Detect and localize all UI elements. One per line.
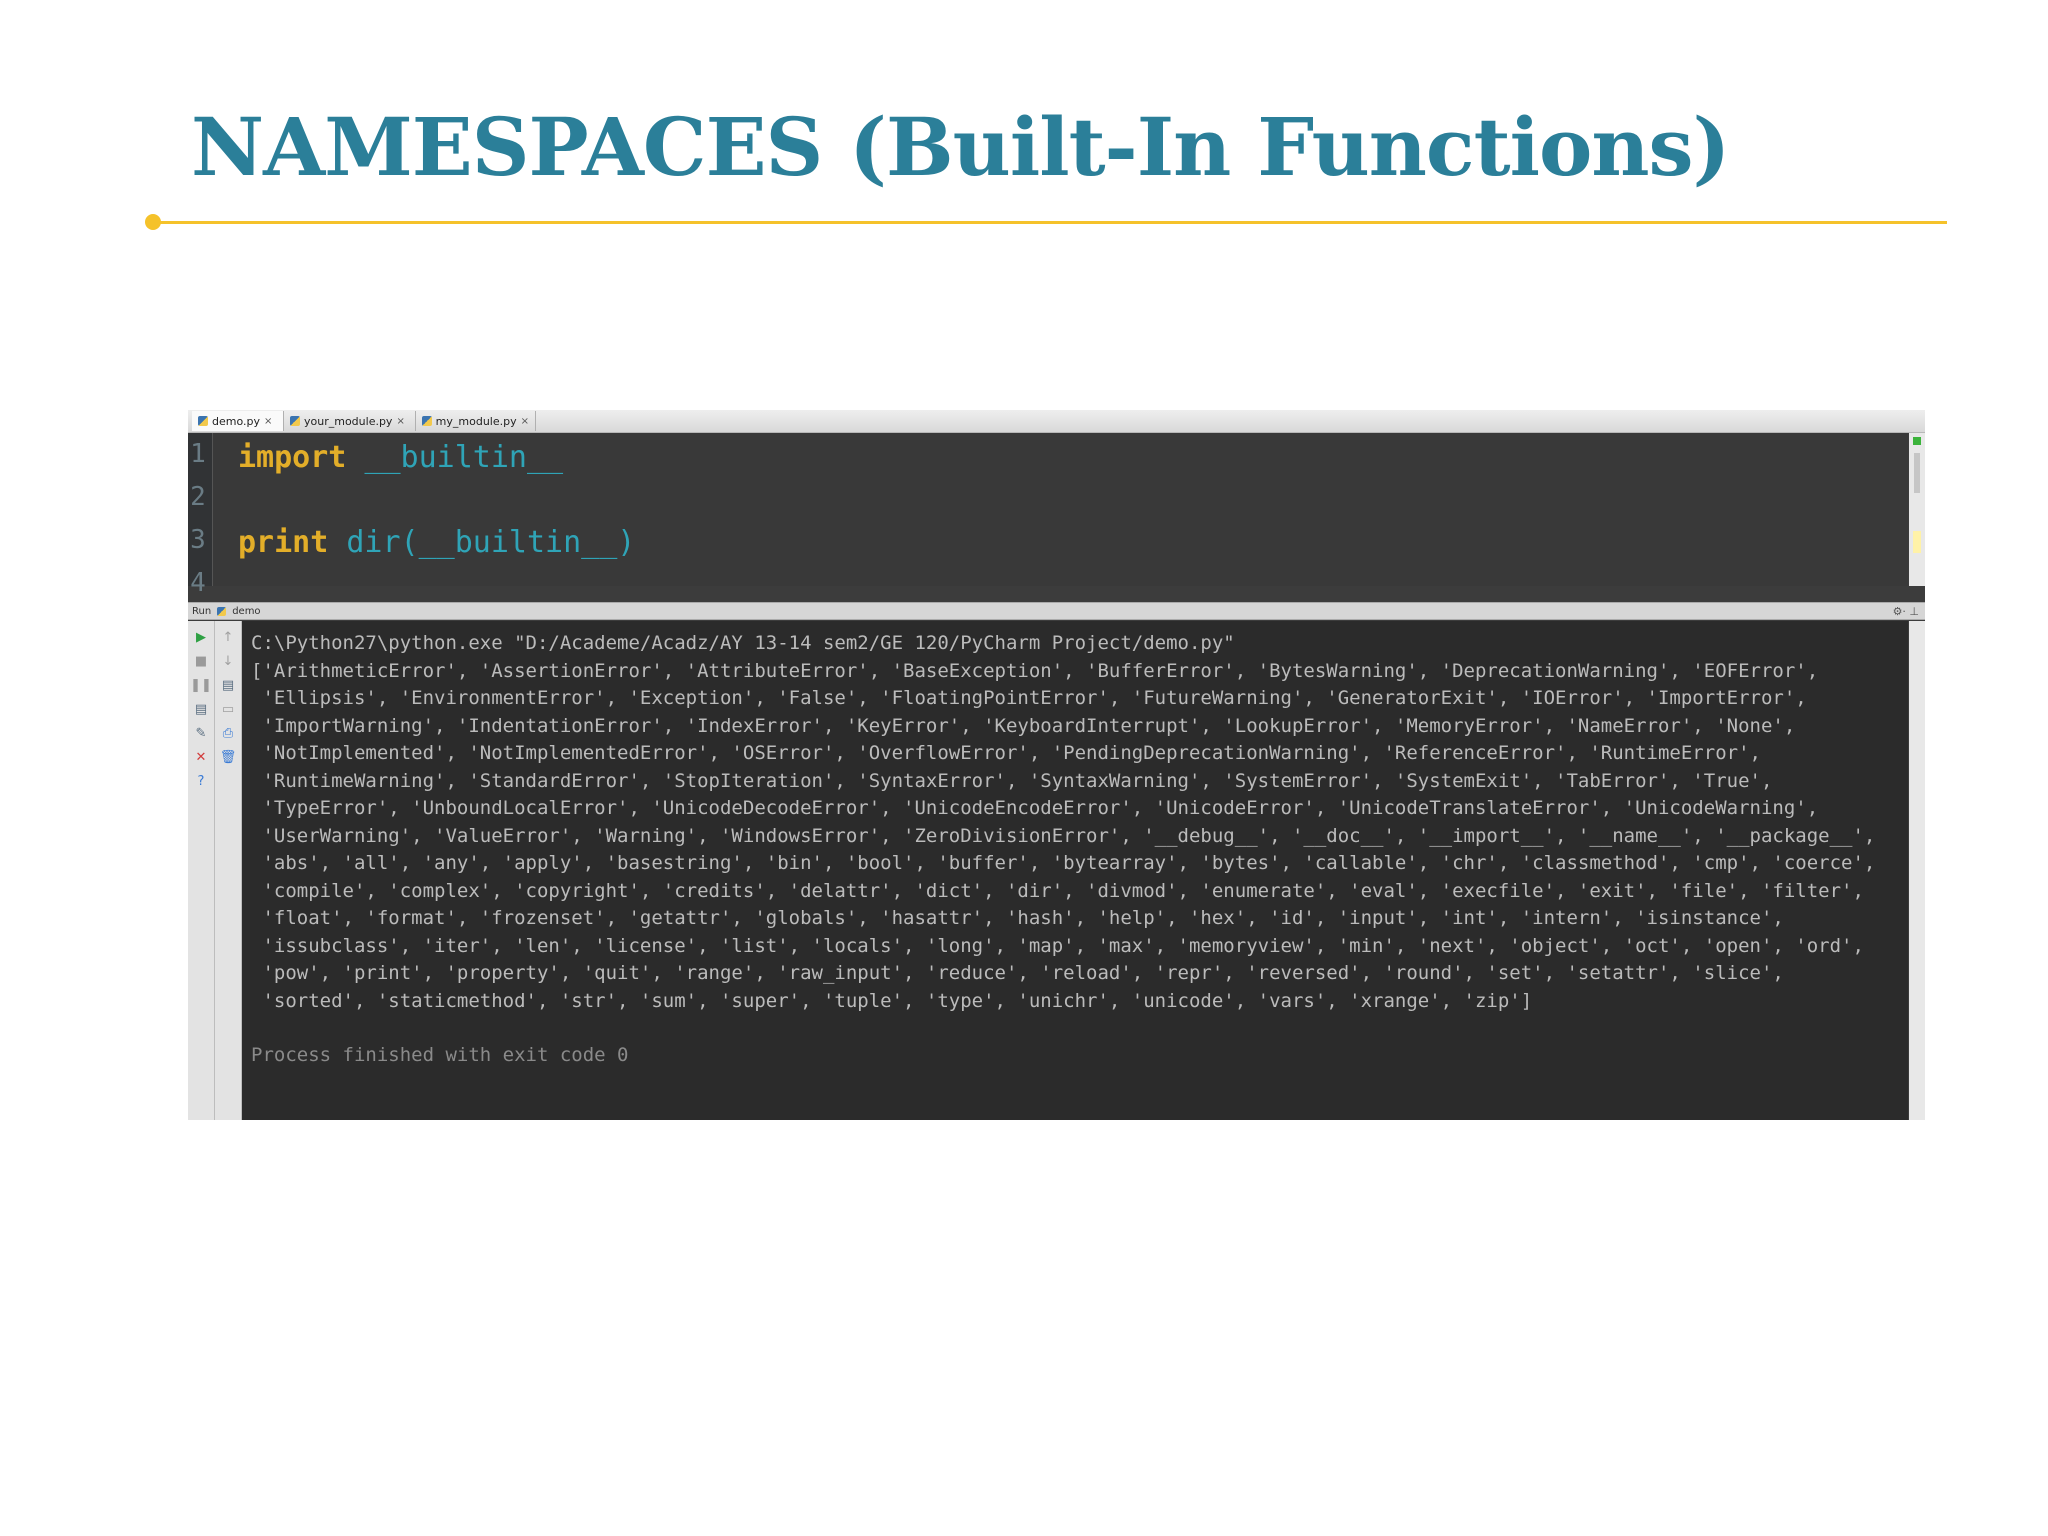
console-line: ['ArithmeticError', 'AssertionError', 'A…	[251, 659, 1819, 682]
console-line: 'UserWarning', 'ValueError', 'Warning', …	[251, 824, 1876, 847]
down-arrow-icon[interactable]: ↓	[220, 653, 236, 669]
tab-label: my_module.py	[435, 414, 517, 428]
console-line: 'sorted', 'staticmethod', 'str', 'sum', …	[251, 989, 1533, 1012]
module-name: __builtin__	[364, 440, 564, 475]
tab-demo-py[interactable]: demo.py ×	[192, 411, 284, 431]
clear-all-icon[interactable]: 🗑	[220, 749, 237, 765]
editor-scrollbar[interactable]	[1909, 433, 1925, 586]
line-number: 2	[190, 482, 206, 512]
inspection-ok-icon	[1913, 437, 1921, 445]
console-line: 'NotImplemented', 'NotImplementedError',…	[251, 742, 1761, 764]
close-icon[interactable]: ✕	[193, 749, 209, 765]
restore-layout-icon[interactable]: ▤	[193, 701, 209, 717]
tab-close-icon[interactable]: ×	[264, 416, 272, 427]
run-label: Run	[192, 605, 212, 617]
soft-wrap-icon[interactable]: ▤	[220, 677, 236, 693]
ide-screenshot: demo.py × your_module.py × my_module.py …	[188, 410, 1925, 1120]
python-file-icon	[422, 416, 432, 426]
console-line: 'abs', 'all', 'any', 'apply', 'basestrin…	[251, 852, 1876, 874]
run-config-tab[interactable]: demo	[232, 606, 260, 617]
pause-icon[interactable]: ❚❚	[190, 677, 212, 693]
tab-my-module-py[interactable]: my_module.py ×	[416, 411, 536, 431]
console-line: 'issubclass', 'iter', 'len', 'license', …	[251, 934, 1864, 957]
line-number: 4	[190, 568, 206, 598]
pin-icon[interactable]: ✎	[193, 725, 209, 741]
python-file-icon	[290, 416, 300, 426]
exit-message: Process finished with exit code 0	[251, 1044, 629, 1066]
run-settings-icon[interactable]: ⚙· ⊥	[1893, 605, 1919, 618]
console-line: 'RuntimeWarning', 'StandardError', 'Stop…	[251, 769, 1773, 792]
run-panel-header: Run demo ⚙· ⊥	[188, 602, 1925, 620]
tab-your-module-py[interactable]: your_module.py ×	[284, 411, 416, 431]
stop-icon[interactable]: ■	[193, 653, 209, 669]
dir-call: dir(__builtin__)	[346, 525, 636, 560]
import-keyword: import	[238, 440, 347, 475]
console-toolbar: ↑ ↓ ▤ ▭ ⎙ 🗑	[215, 621, 242, 1120]
tab-label: demo.py	[212, 414, 260, 428]
tab-close-icon[interactable]: ×	[396, 416, 404, 427]
code-line-1: import __builtin__	[238, 440, 563, 475]
line-number: 1	[190, 439, 206, 469]
print-keyword: print	[238, 525, 329, 560]
tab-close-icon[interactable]: ×	[521, 416, 529, 427]
console-text: C:\Python27\python.exe "D:/Academe/Acadz…	[251, 630, 1875, 1015]
scrollbar-thumb[interactable]	[1914, 453, 1920, 493]
python-file-icon	[217, 606, 227, 616]
console-line: 'Ellipsis', 'EnvironmentError', 'Excepti…	[251, 687, 1807, 709]
rerun-icon[interactable]: ▶	[193, 629, 209, 645]
scroll-marker	[1913, 531, 1921, 553]
console-line: 'float', 'format', 'frozenset', 'getattr…	[251, 907, 1784, 929]
print-icon[interactable]: ⎙	[220, 725, 236, 741]
line-number-gutter: 1 2 3 4	[188, 433, 213, 598]
run-toolbar: ▶ ■ ❚❚ ▤ ✎ ✕?	[188, 621, 215, 1120]
console-line: 'ImportWarning', 'IndentationError', 'In…	[251, 714, 1796, 737]
console-line: 'pow', 'print', 'property', 'quit', 'ran…	[251, 962, 1784, 984]
title-rule	[154, 221, 1947, 224]
code-editor[interactable]: 1 2 3 4 import __builtin__ print dir(__b…	[188, 433, 1908, 598]
line-number: 3	[190, 525, 206, 555]
console-output[interactable]: C:\Python27\python.exe "D:/Academe/Acadz…	[242, 621, 1908, 1120]
code-line-3: print dir(__builtin__)	[238, 525, 635, 560]
python-file-icon	[198, 416, 208, 426]
up-arrow-icon[interactable]: ↑	[220, 629, 236, 645]
help-icon[interactable]: ?	[193, 773, 209, 789]
slide-title: NAMESPACES (Built-In Functions)	[191, 100, 1730, 194]
scroll-end-icon[interactable]: ▭	[220, 701, 236, 717]
console-line: 'TypeError', 'UnboundLocalError', 'Unico…	[251, 797, 1819, 819]
editor-tab-bar: demo.py × your_module.py × my_module.py …	[188, 410, 1925, 433]
tab-label: your_module.py	[304, 414, 393, 428]
console-line: C:\Python27\python.exe "D:/Academe/Acadz…	[251, 632, 1235, 654]
console-line: 'compile', 'complex', 'copyright', 'cred…	[251, 879, 1864, 902]
console-scrollbar[interactable]	[1909, 621, 1925, 1120]
